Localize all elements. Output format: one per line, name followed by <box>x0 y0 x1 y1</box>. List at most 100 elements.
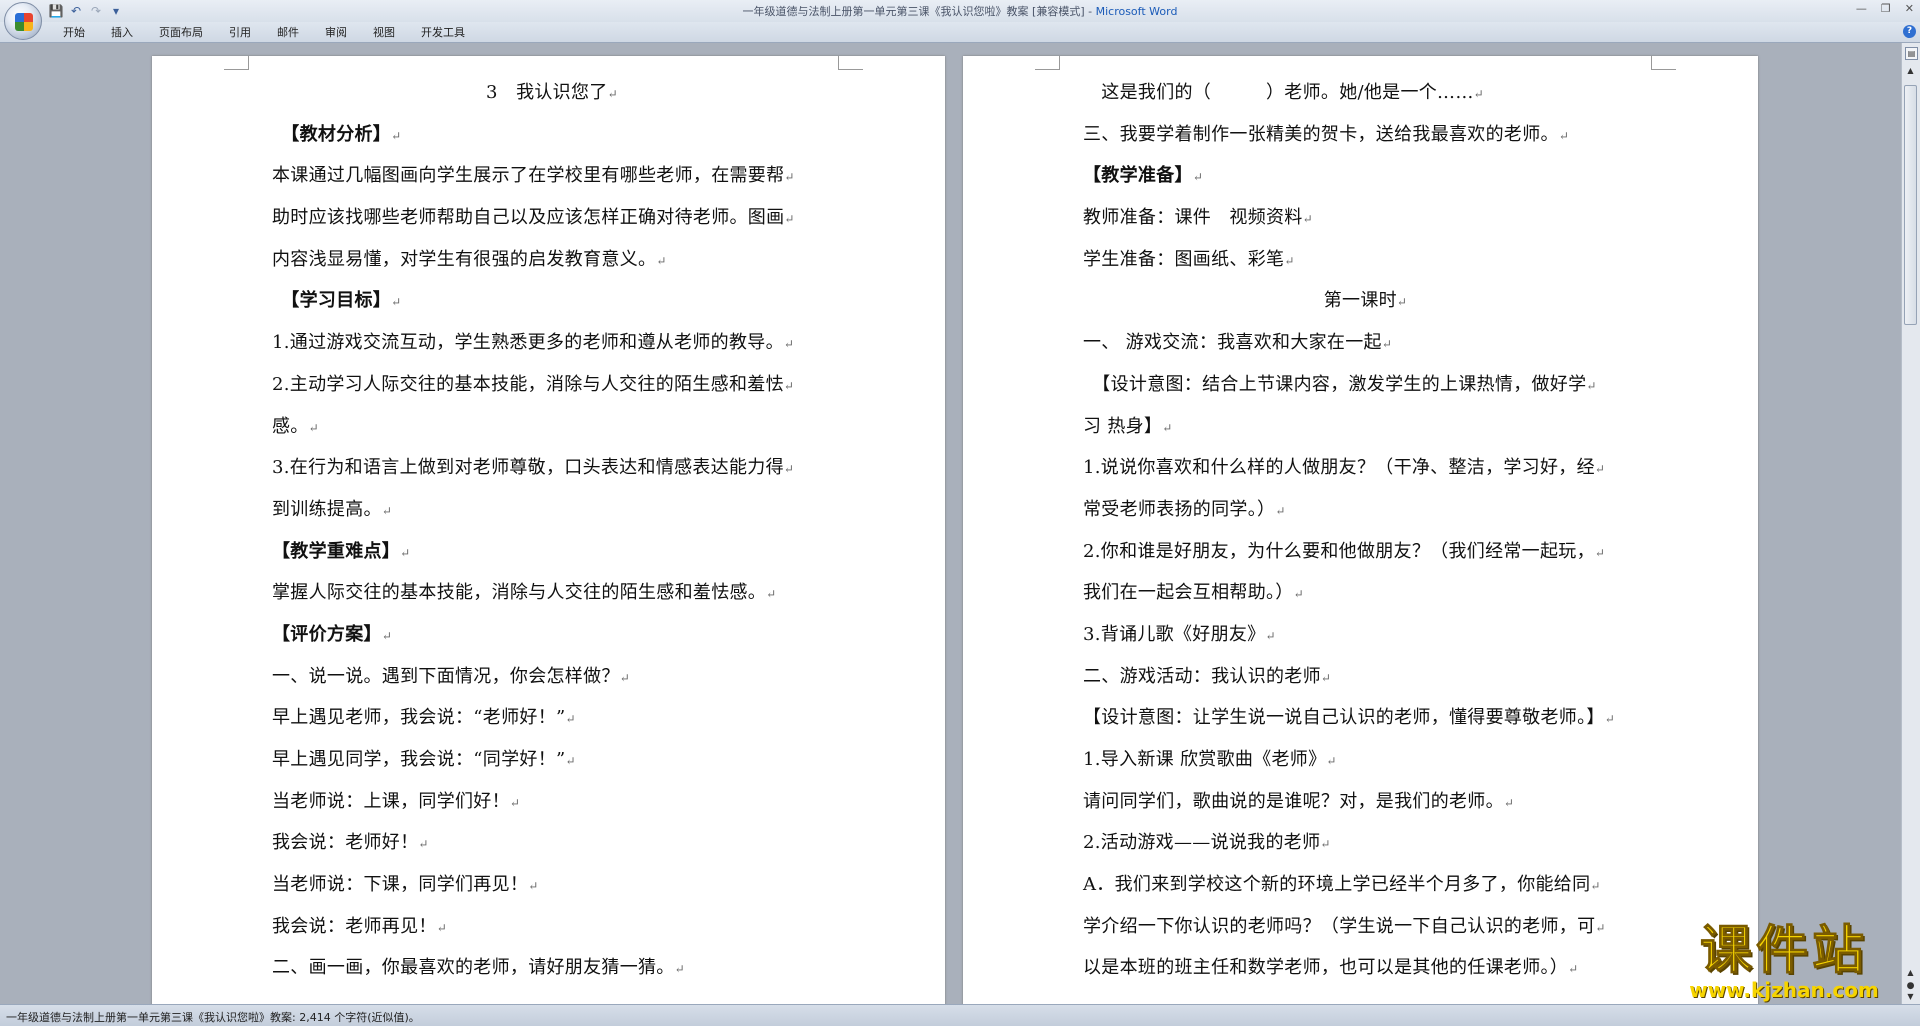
text-line[interactable]: 一、 游戏交流：我喜欢和大家在一起↵ <box>1083 322 1648 364</box>
page-body[interactable]: 3 我认识您了↵ 【教材分析】↵ 本课通过几幅图画向学生展示了在学校里有哪些老师，… <box>272 72 832 989</box>
line-text: 本课通过几幅图画向学生展示了在学校里有哪些老师，在需要帮 <box>272 165 785 187</box>
paragraph-mark-icon: ↵ <box>400 545 411 560</box>
text-line[interactable]: 感。↵ <box>272 406 832 448</box>
text-line[interactable]: 一、说一说。遇到下面情况，你会怎样做？↵ <box>272 656 832 698</box>
document-area[interactable]: 3 我认识您了↵ 【教材分析】↵ 本课通过几幅图画向学生展示了在学校里有哪些老师，… <box>0 43 1902 1004</box>
maximize-icon[interactable]: ❐ <box>1881 2 1891 15</box>
text-line[interactable]: A．我们来到学校这个新的环境上学已经半个月多了，你能给同↵ <box>1083 864 1648 906</box>
text-line[interactable]: 【教学重难点】↵ <box>272 531 832 573</box>
line-text: 1.通过游戏交流互动，学生熟悉更多的老师和遵从老师的教导。 <box>272 332 784 354</box>
line-text: 内容浅显易懂，对学生有很强的启发教育意义。 <box>272 248 657 270</box>
text-line[interactable]: 当老师说：上课，同学们好！↵ <box>272 781 832 823</box>
tab-5[interactable]: 审阅 <box>312 24 360 41</box>
paragraph-mark-icon: ↵ <box>1320 837 1331 852</box>
margin-corner-mark <box>838 56 863 70</box>
text-line[interactable]: 请问同学们，歌曲说的是谁呢？对，是我们的老师。↵ <box>1083 781 1648 823</box>
paragraph-mark-icon: ↵ <box>1558 128 1570 143</box>
ribbon-tab-bar: 开始 插入 页面布局 引用 邮件 审阅 视图 开发工具 ? <box>0 22 1920 43</box>
page-body[interactable]: 这是我们的（ ）老师。她/他是一个……↵ 三、我要学着制作一张精美的贺卡，送给我最… <box>1083 72 1648 989</box>
paragraph-mark-icon: ↵ <box>308 420 319 435</box>
text-line[interactable]: 【设计意图：让学生说一说自己认识的老师，懂得要尊敬老师。】↵ <box>1083 697 1648 739</box>
paragraph-mark-icon: ↵ <box>1293 587 1304 602</box>
tab-6[interactable]: 视图 <box>360 24 408 41</box>
text-line[interactable]: 1.通过游戏交流互动，学生熟悉更多的老师和遵从老师的教导。↵ <box>272 322 832 364</box>
line-text: 一、 游戏交流：我喜欢和大家在一起 <box>1083 332 1382 354</box>
line-text: 早上遇见老师，我会说：“老师好！” <box>272 707 566 729</box>
text-line[interactable]: 学生准备：图画纸、彩笔↵ <box>1083 239 1648 281</box>
vertical-scrollbar[interactable]: ▤ ▲ ▲ ● ▼ <box>1901 43 1920 1004</box>
text-line[interactable]: 【教学准备】↵ <box>1083 155 1648 197</box>
text-line[interactable]: 3.在行为和语言上做到对老师尊敬，口头表达和情感表达能力得↵ <box>272 447 832 489</box>
text-line[interactable]: 到训练提高。↵ <box>272 489 832 531</box>
status-text[interactable]: 一年级道德与法制上册第一单元第三课《我认识您啦》教案: 2,414 个字符(近似… <box>6 1009 420 1025</box>
text-line[interactable]: 1.导入新课 欣赏歌曲《老师》↵ <box>1083 739 1648 781</box>
text-line[interactable]: 习 热身】↵ <box>1083 406 1648 448</box>
paragraph-mark-icon: ↵ <box>1590 879 1601 894</box>
previous-page-icon[interactable]: ▲ <box>1905 968 1916 980</box>
text-line[interactable]: 二、游戏活动：我认识的老师↵ <box>1083 656 1648 698</box>
tab-2[interactable]: 页面布局 <box>146 24 216 41</box>
text-line[interactable]: 教师准备：课件 视频资料↵ <box>1083 197 1648 239</box>
document-name: 一年级道德与法制上册第一单元第三课《我认识您啦》教案 [兼容模式] <box>742 5 1085 18</box>
office-button[interactable] <box>4 2 42 40</box>
margin-corner-mark <box>1651 56 1676 70</box>
next-page-icon[interactable]: ▼ <box>1905 992 1916 1004</box>
text-line[interactable]: 3.背诵儿歌《好朋友》↵ <box>1083 614 1648 656</box>
tab-0[interactable]: 开始 <box>50 24 98 41</box>
scroll-up-icon[interactable]: ▲ <box>1905 65 1916 77</box>
text-line[interactable]: 我会说：老师再见！↵ <box>272 906 832 948</box>
text-line[interactable]: 2.活动游戏——说说我的老师↵ <box>1083 822 1648 864</box>
text-line[interactable]: 第一课时↵ <box>1083 280 1648 322</box>
paragraph-mark-icon: ↵ <box>1594 462 1606 477</box>
tab-1[interactable]: 插入 <box>98 24 146 41</box>
text-line[interactable]: 2.你和谁是好朋友，为什么要和他做朋友？（我们经常一起玩，↵ <box>1083 531 1648 573</box>
text-line[interactable]: 早上遇见同学，我会说：“同学好！”↵ <box>272 739 832 781</box>
tab-7[interactable]: 开发工具 <box>408 24 478 41</box>
line-text: 三、我要学着制作一张精美的贺卡，送给我最喜欢的老师。 <box>1083 123 1559 145</box>
paragraph-mark-icon: ↵ <box>656 253 667 268</box>
tab-4[interactable]: 邮件 <box>264 24 312 41</box>
text-line[interactable]: 掌握人际交往的基本技能，消除与人交往的陌生感和羞怯感。↵ <box>272 572 832 614</box>
text-line[interactable]: 二、画一画，你最喜欢的老师，请好朋友猜一猜。↵ <box>272 947 832 989</box>
document-page-2[interactable]: 这是我们的（ ）老师。她/他是一个……↵ 三、我要学着制作一张精美的贺卡，送给我最… <box>963 56 1758 1004</box>
scroll-thumb[interactable] <box>1904 85 1917 325</box>
text-line[interactable]: 助时应该找哪些老师帮助自己以及应该怎样正确对待老师。图画↵ <box>272 197 832 239</box>
text-line[interactable]: 当老师说：下课，同学们再见！↵ <box>272 864 832 906</box>
text-line[interactable]: 这是我们的（ ）老师。她/他是一个……↵ <box>1083 72 1648 114</box>
text-line[interactable]: 【评价方案】↵ <box>272 614 832 656</box>
text-line[interactable]: 【学习目标】↵ <box>272 280 832 322</box>
window-title: 一年级道德与法制上册第一单元第三课《我认识您啦》教案 [兼容模式] - Micr… <box>742 5 1178 18</box>
view-ruler-icon[interactable]: ▤ <box>1905 47 1918 60</box>
paragraph-mark-icon: ↵ <box>528 879 539 894</box>
paragraph-mark-icon: ↵ <box>766 587 777 602</box>
text-line[interactable]: 三、我要学着制作一张精美的贺卡，送给我最喜欢的老师。↵ <box>1083 114 1648 156</box>
text-line[interactable]: 2.主动学习人际交往的基本技能，消除与人交往的陌生感和羞怯↵ <box>272 364 832 406</box>
text-line[interactable]: 我会说：老师好！↵ <box>272 822 832 864</box>
text-line[interactable]: 3 我认识您了↵ <box>272 72 832 114</box>
paragraph-mark-icon: ↵ <box>1320 670 1332 685</box>
close-icon[interactable]: ✕ <box>1905 2 1914 15</box>
text-line[interactable]: 常受老师表扬的同学。）↵ <box>1083 489 1648 531</box>
text-line[interactable]: 我们在一起会互相帮助。）↵ <box>1083 572 1648 614</box>
text-line[interactable]: 【教材分析】↵ <box>272 114 832 156</box>
text-line[interactable]: 1.说说你喜欢和什么样的人做朋友？（干净、整洁，学习好，经↵ <box>1083 447 1648 489</box>
line-text: 【教学准备】 <box>1083 165 1193 187</box>
text-line[interactable]: 学介绍一下你认识的老师吗？（学生说一下自己认识的老师，可↵ <box>1083 906 1648 948</box>
paragraph-mark-icon: ↵ <box>1503 795 1515 810</box>
line-text: 我会说：老师好！ <box>272 832 419 854</box>
help-icon[interactable]: ? <box>1903 25 1916 38</box>
document-page-1[interactable]: 3 我认识您了↵ 【教材分析】↵ 本课通过几幅图画向学生展示了在学校里有哪些老师，… <box>152 56 945 1004</box>
paragraph-mark-icon: ↵ <box>436 920 448 935</box>
minimize-icon[interactable]: — <box>1856 2 1867 15</box>
text-line[interactable]: 内容浅显易懂，对学生有很强的启发教育意义。↵ <box>272 239 832 281</box>
tab-3[interactable]: 引用 <box>216 24 264 41</box>
paragraph-mark-icon: ↵ <box>1302 212 1313 227</box>
line-text: 【学习目标】 <box>272 290 392 312</box>
text-line[interactable]: 以是本班的班主任和数学老师，也可以是其他的任课老师。）↵ <box>1083 947 1648 989</box>
text-line[interactable]: 【设计意图：结合上节课内容，激发学生的上课热情，做好学↵ <box>1083 364 1648 406</box>
paragraph-mark-icon: ↵ <box>1396 295 1408 310</box>
margin-corner-mark <box>1035 56 1060 70</box>
text-line[interactable]: 本课通过几幅图画向学生展示了在学校里有哪些老师，在需要帮↵ <box>272 155 832 197</box>
select-browse-object-icon[interactable]: ● <box>1905 981 1916 992</box>
text-line[interactable]: 早上遇见老师，我会说：“老师好！”↵ <box>272 697 832 739</box>
